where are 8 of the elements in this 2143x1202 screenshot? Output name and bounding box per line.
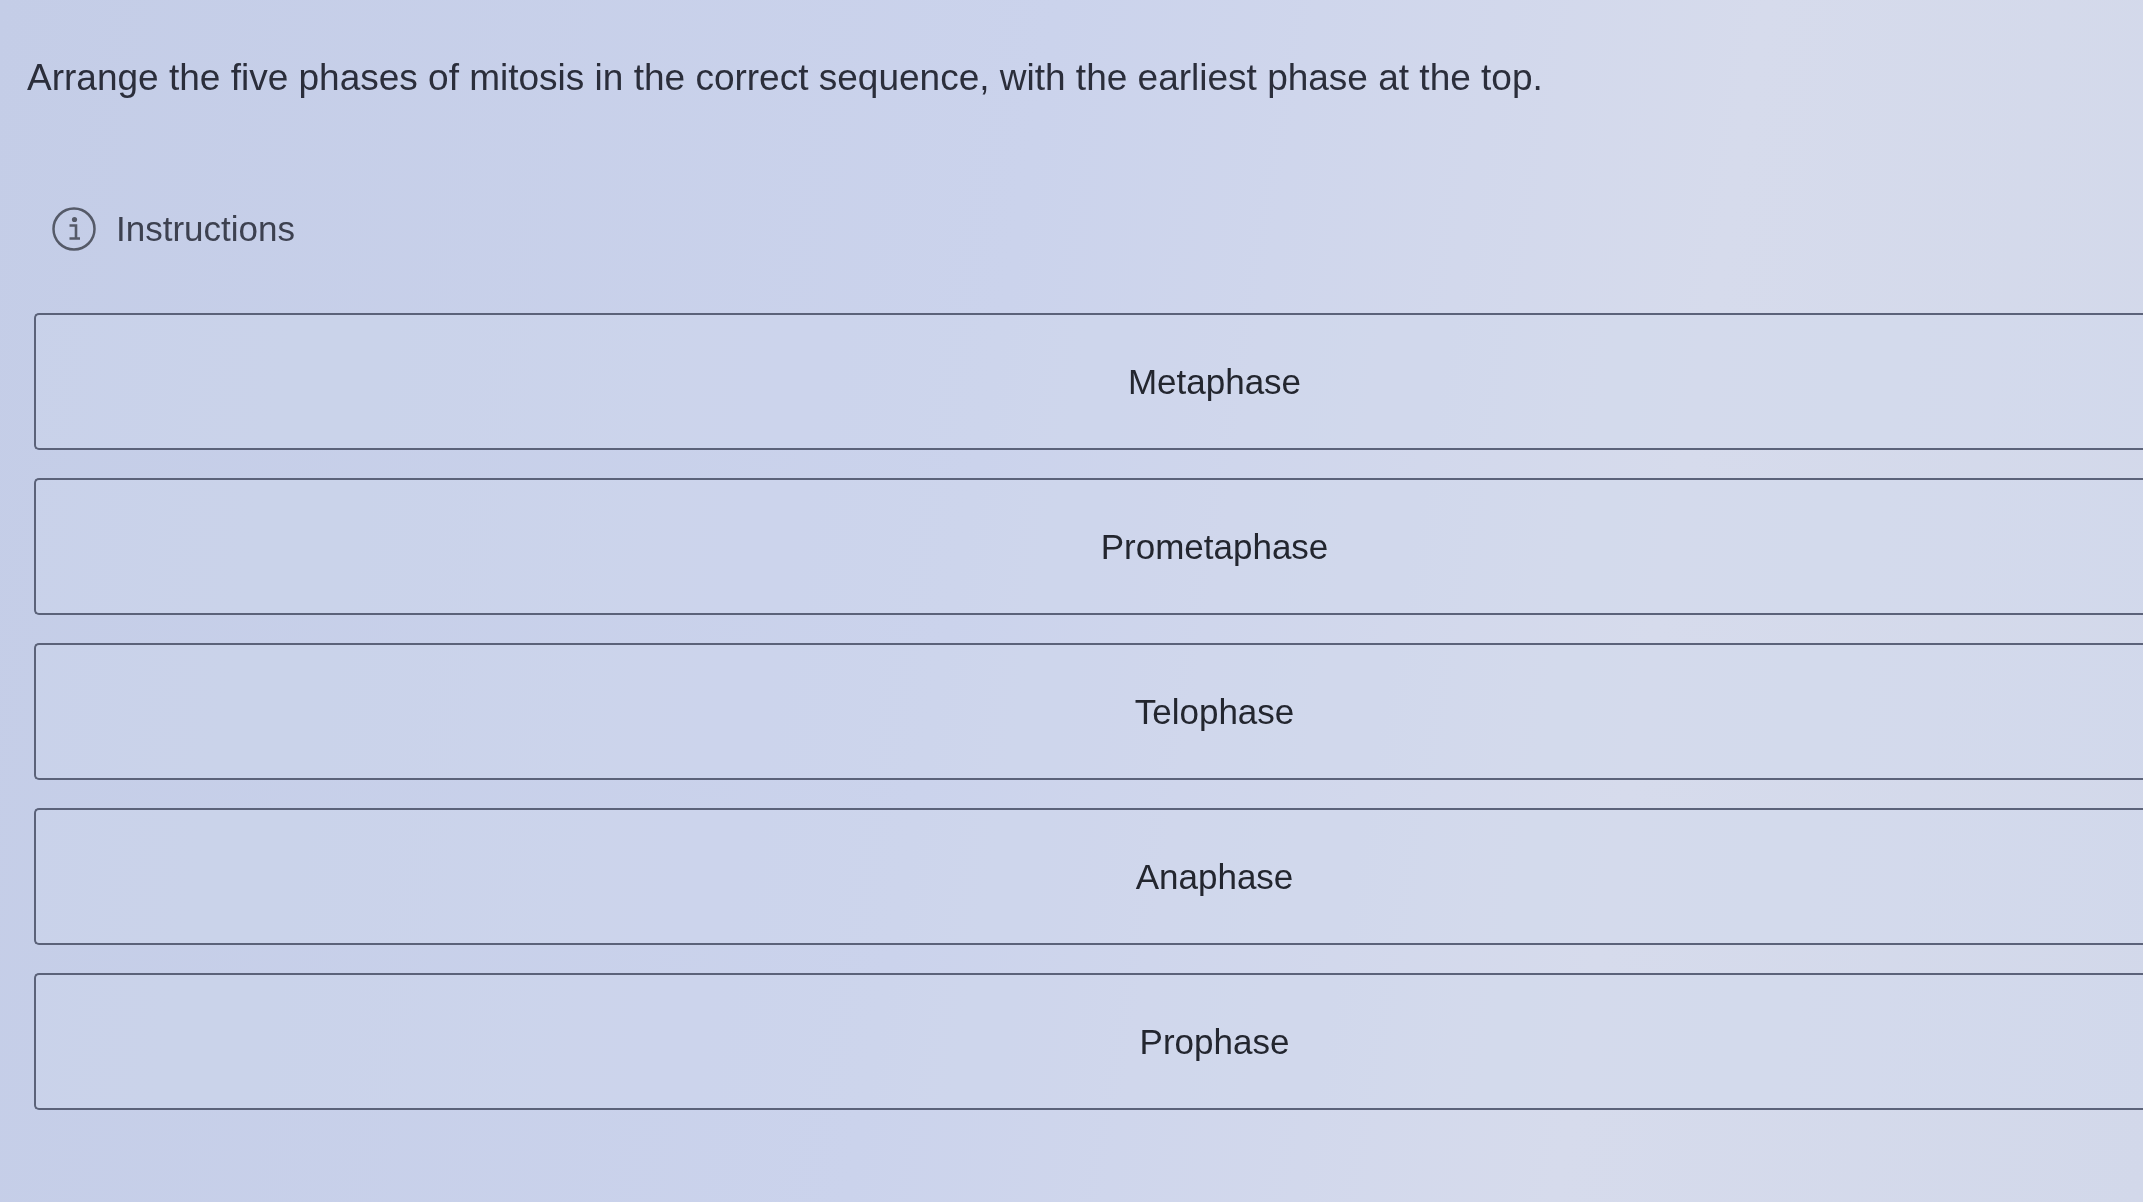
sortable-item[interactable]: Prophase xyxy=(34,973,2143,1110)
sortable-item[interactable]: Metaphase xyxy=(34,313,2143,450)
instructions-button[interactable]: Instructions xyxy=(52,207,295,251)
sortable-item[interactable]: Prometaphase xyxy=(34,478,2143,615)
info-icon xyxy=(52,207,96,251)
question-text: Arrange the five phases of mitosis in the correct sequence, with the earliest phase at the top. xyxy=(27,56,1544,100)
sortable-item[interactable]: Telophase xyxy=(34,643,2143,780)
sortable-item[interactable]: Anaphase xyxy=(34,808,2143,945)
